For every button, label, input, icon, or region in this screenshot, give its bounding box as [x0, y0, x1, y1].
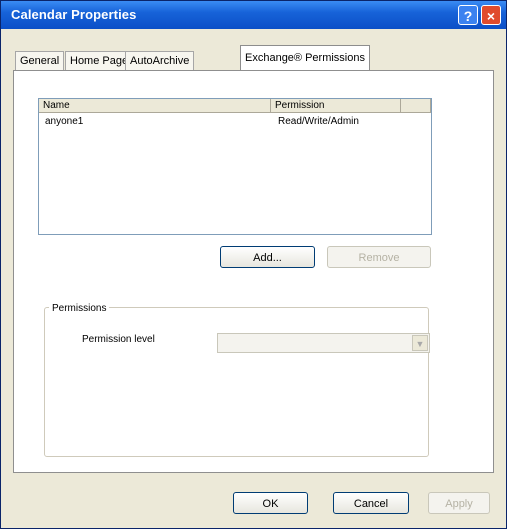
column-header-name[interactable]: Name [39, 99, 271, 113]
window-title: Calendar Properties [11, 7, 137, 22]
close-button[interactable]: × [481, 5, 501, 25]
title-bar[interactable]: Calendar Properties ? × [1, 1, 506, 29]
tab-home-page[interactable]: Home Page [65, 51, 134, 70]
ok-button[interactable]: OK [233, 492, 308, 514]
apply-button[interactable]: Apply [428, 492, 490, 514]
add-button[interactable]: Add... [220, 246, 315, 268]
permissions-list[interactable]: Name Permission anyone1 Read/Write/Admin [38, 98, 432, 235]
cancel-button[interactable]: Cancel [333, 492, 409, 514]
permissions-group [44, 307, 429, 457]
tab-general[interactable]: General [15, 51, 65, 70]
tab-panel: Name Permission anyone1 Read/Write/Admin… [13, 70, 494, 473]
permissions-group-legend: Permissions [49, 303, 110, 314]
column-header-permission[interactable]: Permission [271, 99, 401, 113]
row-name[interactable]: anyone1 [45, 116, 83, 127]
permission-level-dropdown[interactable]: ▼ [217, 333, 430, 353]
tab-autoarchive[interactable]: AutoArchive [125, 51, 195, 70]
remove-button[interactable]: Remove [327, 246, 431, 268]
row-permission[interactable]: Read/Write/Admin [278, 116, 359, 127]
tab-exchange-permissions[interactable]: Exchange® Permissions [240, 45, 370, 70]
calendar-properties-dialog: Calendar Properties ? × General Home Pag… [0, 0, 507, 529]
column-header-blank [401, 99, 431, 113]
chevron-down-icon[interactable]: ▼ [412, 335, 428, 351]
permission-level-label: Permission level [82, 334, 155, 345]
help-button[interactable]: ? [458, 5, 478, 25]
